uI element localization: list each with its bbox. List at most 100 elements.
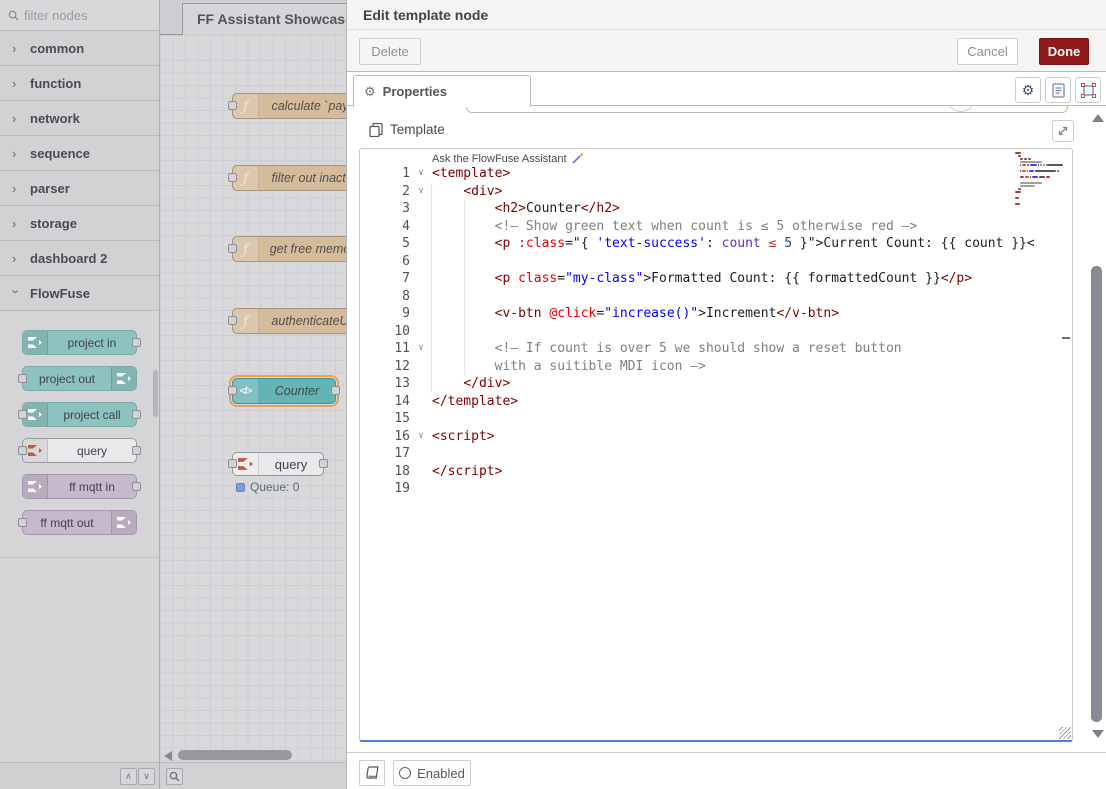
done-button[interactable]: Done <box>1039 38 1089 65</box>
tab-ff-assistant-showcase[interactable]: FF Assistant Showcase <box>182 3 346 35</box>
filter-nodes-input[interactable] <box>24 8 144 23</box>
tab-properties[interactable]: ⚙ Properties <box>353 75 531 107</box>
output-port[interactable] <box>132 410 141 419</box>
palette-category-storage[interactable]: › storage <box>0 206 159 241</box>
cancel-button[interactable]: Cancel <box>957 38 1018 65</box>
palette-category-function[interactable]: › function <box>0 66 159 101</box>
code-line[interactable]: 15 <box>360 410 1072 428</box>
fold-gutter <box>410 410 432 428</box>
code-text <box>432 323 1072 341</box>
palette-node-ff-mqtt-out[interactable]: ff mqtt out <box>22 510 137 535</box>
collapse-all-button[interactable]: ∧ <box>120 768 137 785</box>
code-line[interactable]: 6 <box>360 253 1072 271</box>
flow-node-counter-selected[interactable]: </> Counter <box>232 378 336 404</box>
code-line[interactable]: 7 <p class="my-class">Formatted Count: {… <box>360 270 1072 288</box>
code-line[interactable]: 5 <p :class="{ 'text-success': count ≤ 5… <box>360 235 1072 253</box>
code-line[interactable]: 12 with a suitible MDI icon —> <box>360 358 1072 376</box>
code-line[interactable]: 18</script> <box>360 463 1072 481</box>
palette-node-label: ff mqtt out <box>23 516 111 530</box>
fold-gutter <box>410 305 432 323</box>
horizontal-scrollbar[interactable] <box>178 750 292 760</box>
code-line[interactable]: 17 <box>360 445 1072 463</box>
input-port[interactable] <box>18 410 27 419</box>
dialog-tab-row: ⚙ Properties ⚙ <box>347 72 1106 106</box>
output-port[interactable] <box>132 482 141 491</box>
palette-category-parser[interactable]: › parser <box>0 171 159 206</box>
code-line[interactable]: 9 <v-btn @click="increase()">Increment</… <box>360 305 1072 323</box>
expand-editor-button[interactable] <box>1052 120 1074 142</box>
fold-chevron-icon[interactable]: ∨ <box>410 340 432 358</box>
code-line[interactable]: 14</template> <box>360 393 1072 411</box>
palette-category-network[interactable]: › network <box>0 101 159 136</box>
code-line[interactable]: 13 </div> <box>360 375 1072 393</box>
tab-label: Properties <box>383 84 447 99</box>
output-port[interactable] <box>331 386 340 395</box>
code-text: <v-btn @click="increase()">Increment</v-… <box>432 305 1072 323</box>
code-line[interactable]: 10 <box>360 323 1072 341</box>
input-port[interactable] <box>228 459 237 468</box>
zoom-search-button[interactable] <box>166 768 183 785</box>
input-port[interactable] <box>18 446 27 455</box>
flow-node-filter[interactable]: ƒ filter out inacti <box>232 165 346 191</box>
palette-node-project-in[interactable]: project in <box>22 330 137 355</box>
line-number: 2 <box>360 183 410 201</box>
node-label: authenticateU <box>259 314 346 328</box>
input-port[interactable] <box>18 374 27 383</box>
output-port[interactable] <box>319 459 328 468</box>
input-port[interactable] <box>228 173 237 182</box>
palette-category-flowfuse[interactable]: › FlowFuse <box>0 276 159 311</box>
tray-scroll-down-arrow[interactable] <box>1092 730 1104 738</box>
enabled-toggle[interactable]: Enabled <box>393 760 471 786</box>
code-line[interactable]: 4 <!— Show green text when count is ≤ 5 … <box>360 218 1072 236</box>
palette-node-query[interactable]: query <box>22 438 137 463</box>
palette-category-sequence[interactable]: › sequence <box>0 136 159 171</box>
code-line[interactable]: 16∨<script> <box>360 428 1072 446</box>
node-status: Queue: 0 <box>236 480 299 494</box>
input-port[interactable] <box>228 101 237 110</box>
editor-resize-handle[interactable] <box>1059 727 1071 739</box>
code-line[interactable]: 8 <box>360 288 1072 306</box>
delete-button[interactable]: Delete <box>359 38 421 65</box>
minimap[interactable] <box>1015 152 1063 209</box>
fold-chevron-icon[interactable]: ∨ <box>410 428 432 446</box>
code-line[interactable]: 2∨ <div> <box>360 183 1072 201</box>
output-port[interactable] <box>132 446 141 455</box>
dialog-body: Template Ask the FlowFuse Assistant 1∨<t… <box>347 106 1106 752</box>
node-description-button[interactable] <box>1045 77 1071 103</box>
code-text: </div> <box>432 375 1072 393</box>
flow-canvas[interactable]: ƒ calculate `pay ƒ filter out inacti ƒ g… <box>160 35 346 762</box>
code-line[interactable]: 1∨<template> <box>360 165 1072 183</box>
flow-node-getfreemem[interactable]: ƒ get free memo <box>232 236 346 262</box>
input-port[interactable] <box>228 386 237 395</box>
palette-category-common[interactable]: › common <box>0 31 159 66</box>
palette-category-dashboard2[interactable]: › dashboard 2 <box>0 241 159 276</box>
chevron-right-icon: › <box>12 146 20 161</box>
code-line[interactable]: 19 <box>360 480 1072 498</box>
template-code-editor[interactable]: Ask the FlowFuse Assistant 1∨<template>2… <box>359 148 1073 742</box>
code-text: <!— If count is over 5 we should show a … <box>432 340 1072 358</box>
flow-node-calculate[interactable]: ƒ calculate `pay <box>232 93 346 119</box>
fold-chevron-icon[interactable]: ∨ <box>410 183 432 201</box>
palette-node-ff-mqtt-in[interactable]: ff mqtt in <box>22 474 137 499</box>
palette-node-project-out[interactable]: project out <box>22 366 137 391</box>
assistant-hint[interactable]: Ask the FlowFuse Assistant <box>432 152 584 165</box>
flow-node-query[interactable]: query <box>232 452 324 476</box>
docs-button[interactable] <box>359 760 385 786</box>
palette-node-project-call[interactable]: project call <box>22 402 137 427</box>
expand-all-button[interactable]: ∨ <box>138 768 155 785</box>
tray-scrollbar-thumb[interactable] <box>1091 266 1102 722</box>
node-appearance-button[interactable] <box>1075 77 1101 103</box>
input-port[interactable] <box>228 316 237 325</box>
node-settings-button[interactable]: ⚙ <box>1015 77 1041 103</box>
input-port[interactable] <box>228 244 237 253</box>
code-line[interactable]: 11∨ <!— If count is over 5 we should sho… <box>360 340 1072 358</box>
palette-scrollbar[interactable] <box>153 370 158 417</box>
tray-scroll-up-arrow[interactable] <box>1092 114 1104 122</box>
line-number: 8 <box>360 288 410 306</box>
output-port[interactable] <box>132 338 141 347</box>
code-line[interactable]: 3 <h2>Counter</h2> <box>360 200 1072 218</box>
scroll-left-arrow[interactable] <box>164 751 172 761</box>
fold-chevron-icon[interactable]: ∨ <box>410 165 432 183</box>
flow-node-authenticate[interactable]: ƒ authenticateU <box>232 308 346 334</box>
input-port[interactable] <box>18 518 27 527</box>
